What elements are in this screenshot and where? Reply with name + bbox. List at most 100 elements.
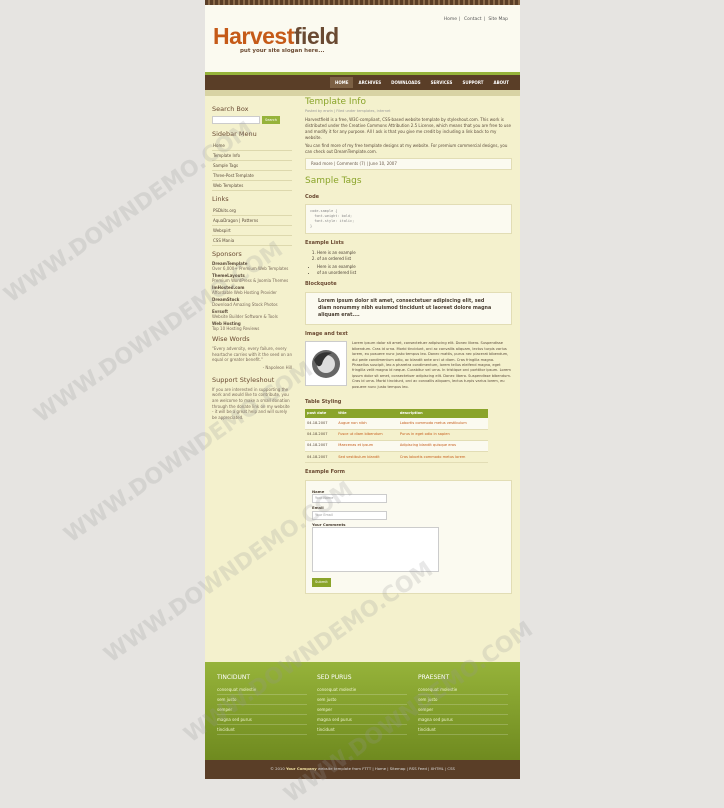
footer-link[interactable]: tincidunt xyxy=(317,725,407,735)
link-item[interactable]: Webspirt xyxy=(212,226,292,236)
cell-desc[interactable]: Adipiscing blandit quisque eros xyxy=(397,440,488,453)
footer-link[interactable]: consequat molestie xyxy=(317,685,407,695)
link-item[interactable]: CSS Mania xyxy=(212,236,292,246)
footer-link[interactable]: consequat molestie xyxy=(217,685,307,695)
post-meta: Posted by erwin | Filed under templates,… xyxy=(305,109,391,114)
cell-title[interactable]: Fusce ut diam bibendum xyxy=(336,429,398,441)
nav-support[interactable]: SUPPORT xyxy=(457,77,488,88)
list-item: of an unordered list xyxy=(317,270,512,276)
toplink-sitemap[interactable]: Site Map xyxy=(488,17,508,22)
copyright-bar: © 2010 Your Company website template fro… xyxy=(205,760,520,779)
cell-date: 04.18.2007 xyxy=(305,451,337,464)
footer-link[interactable]: magna sed purus xyxy=(317,715,407,725)
lists-heading: Example Lists xyxy=(305,239,344,246)
sidebar-item-home[interactable]: Home xyxy=(212,141,292,151)
cell-desc[interactable]: Lobortis commodo metus vestibulum xyxy=(397,418,488,430)
footer-link[interactable]: tincidunt xyxy=(217,725,307,735)
wise-words-title: Wise Words xyxy=(212,335,250,343)
support-title: Support Styleshout xyxy=(212,375,275,384)
nav-services[interactable]: SERVICES xyxy=(426,77,458,88)
cell-title[interactable]: Maecenas et ipsum xyxy=(336,440,398,453)
form-heading: Example Form xyxy=(305,469,345,476)
sidebar: Search Box Search Sidebar Menu Home Temp… xyxy=(212,101,292,420)
footer-column-title: PRAESENT xyxy=(418,674,450,681)
code-heading: Code xyxy=(305,193,320,200)
nav-downloads[interactable]: DOWNLOADS xyxy=(386,77,425,88)
col-title: title xyxy=(336,409,398,419)
post-paragraph: Harvestfield is a free, W3C-compliant, C… xyxy=(305,117,511,140)
search-title: Search Box xyxy=(212,105,249,113)
sponsor-desc: Download Amazing Stock Photos xyxy=(212,302,278,307)
link-item[interactable]: AquaDragon | Patterns xyxy=(212,216,292,226)
sponsor-desc: Top 10 Hosting Reviews xyxy=(212,326,260,331)
main-column: Template Info Posted by erwin | Filed un… xyxy=(305,96,512,595)
sponsor-desc: Affordable Web Hosting Provider xyxy=(212,290,277,295)
post-title[interactable]: Template Info xyxy=(305,96,512,109)
page-frame: Home | Contact | Site Map Harvestfield put… xyxy=(205,0,520,779)
cell-date: 04.18.2007 xyxy=(305,418,337,430)
cell-desc[interactable]: Purus in eget odio in sapien xyxy=(397,429,488,441)
name-field[interactable]: Your Name xyxy=(312,494,387,504)
post-paragraph: You can find more of my free template de… xyxy=(305,143,508,155)
sidebar-item-three-post[interactable]: Three-Post Template xyxy=(212,171,292,181)
footer-link[interactable]: semper xyxy=(317,705,407,715)
footer-link[interactable]: magna sed purus xyxy=(418,715,508,725)
toplink-contact[interactable]: Contact xyxy=(464,17,482,22)
table-row: 04.18.2007 Augue non nibh Lobortis commo… xyxy=(305,418,488,430)
cell-title[interactable]: Augue non nibh xyxy=(336,418,398,430)
code-block: code-sample { font-weight: bold; font-st… xyxy=(305,203,512,234)
table-row: 04.18.2007 Sed vestibulum blandit Cras l… xyxy=(305,451,488,464)
sidebar-item-sample-tags[interactable]: Sample Tags xyxy=(212,161,292,171)
footer-link[interactable]: magna sed purus xyxy=(217,715,307,725)
footer: TINCIDUNT consequat molestie sem justo s… xyxy=(205,662,520,760)
copyright-text: © 2010 xyxy=(270,766,286,771)
footer-link[interactable]: tincidunt xyxy=(418,725,508,735)
footer-link[interactable]: sem justo xyxy=(217,695,307,705)
footer-link[interactable]: semper xyxy=(418,705,508,715)
sponsors-title: Sponsors xyxy=(212,250,242,258)
nav-home[interactable]: HOME xyxy=(330,77,354,88)
comments-textarea[interactable] xyxy=(312,527,439,573)
footer-link[interactable]: semper xyxy=(217,705,307,715)
sponsor-desc: Website Builder Software & Tools xyxy=(212,314,278,319)
content-area: Search Box Search Sidebar Menu Home Temp… xyxy=(205,96,520,656)
image-text-block: Lorem ipsum dolor sit amet, consectetuer… xyxy=(305,341,512,393)
nav-archives[interactable]: ARCHIVES xyxy=(353,77,386,88)
footer-column: TINCIDUNT consequat molestie sem justo s… xyxy=(217,674,307,735)
footer-link[interactable]: sem justo xyxy=(418,695,508,705)
list-item: of an ordered list xyxy=(317,256,512,262)
sidebar-item-web-templates[interactable]: Web Templates xyxy=(212,181,292,191)
cell-title[interactable]: Sed vestibulum blandit xyxy=(336,451,398,464)
link-item[interactable]: PSDkits.org xyxy=(212,206,292,216)
table-row: 04.18.2007 Fusce ut diam bibendum Purus … xyxy=(305,429,488,441)
site-logo[interactable]: Harvestfield xyxy=(213,23,339,50)
cell-date: 04.18.2007 xyxy=(305,440,337,453)
blockquote: Lorem ipsum dolor sit amet, consectetuer… xyxy=(305,291,512,326)
footer-links[interactable]: website template from FTTT | Home | Site… xyxy=(317,766,455,771)
quote-author: - Napoleon Hill xyxy=(262,364,292,370)
footer-link[interactable]: sem justo xyxy=(317,695,407,705)
email-field[interactable]: Your Email xyxy=(312,510,387,520)
nav-about[interactable]: ABOUT xyxy=(488,77,514,88)
company-name[interactable]: Your Company xyxy=(286,766,317,771)
unordered-list: Here is an example of an unordered list xyxy=(305,264,512,276)
toplink-home[interactable]: Home xyxy=(444,17,457,22)
post-footer[interactable]: Read more | Comments (7) | June 10, 2007 xyxy=(305,157,512,170)
example-form: Name Your Name Email Your Email Your Com… xyxy=(305,479,512,595)
ordered-list: Here is an example of an ordered list xyxy=(305,250,512,262)
blockquote-heading: Blockquote xyxy=(305,281,337,288)
table-row: 04.18.2007 Maecenas et ipsum Adipiscing … xyxy=(305,440,488,453)
footer-link[interactable]: consequat molestie xyxy=(418,685,508,695)
submit-button[interactable]: Submit xyxy=(312,578,331,588)
footer-column-title: SED PURUS xyxy=(317,674,352,681)
table-header-row: post date title description xyxy=(305,409,488,419)
footer-column: PRAESENT consequat molestie sem justo se… xyxy=(418,674,508,735)
footer-column-title: TINCIDUNT xyxy=(217,674,251,681)
sidebar-item-template-info[interactable]: Template Info xyxy=(212,151,292,161)
section-title: Sample Tags xyxy=(305,175,362,186)
cell-desc[interactable]: Cras lobortis commodo metus lorem xyxy=(397,451,488,464)
search-button[interactable]: Search xyxy=(262,116,281,124)
image-text-heading: Image and text xyxy=(305,331,348,338)
table-heading: Table Styling xyxy=(305,399,342,405)
search-input[interactable] xyxy=(212,116,260,124)
